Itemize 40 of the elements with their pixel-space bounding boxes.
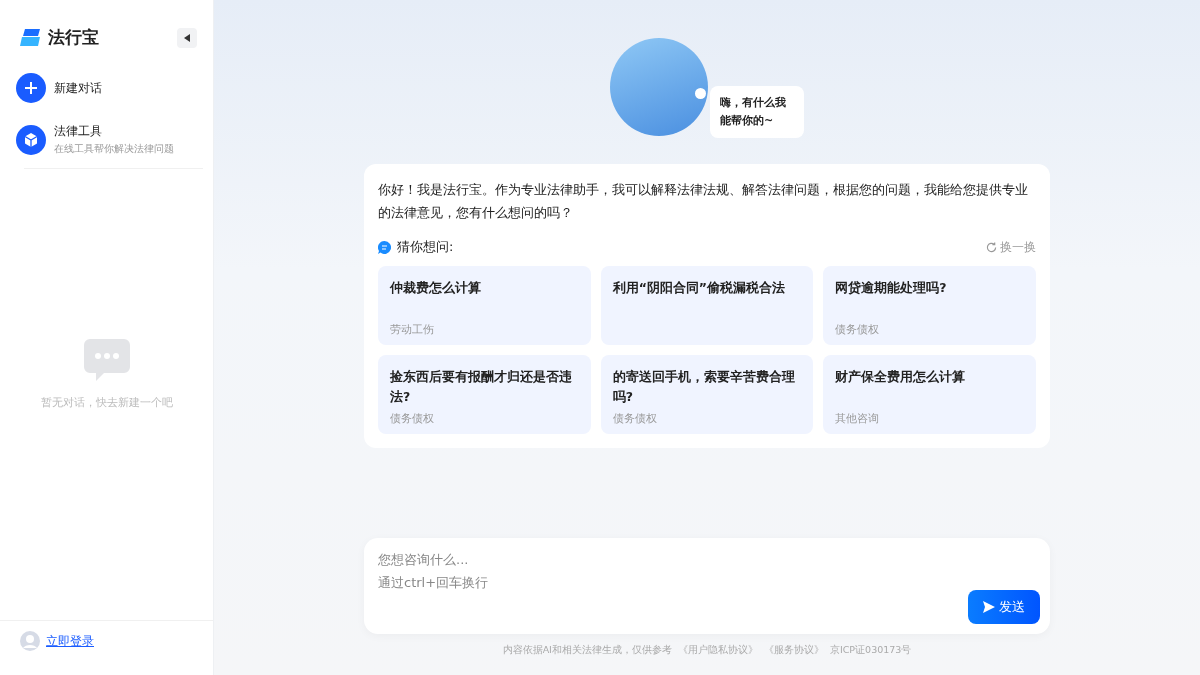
intro-text: 你好！我是法行宝。作为专业法律助手，我可以解释法律法规、解答法律问题，根据您的问题，我能给您提供专业的法律意见，您有什么想问的吗？ [378,181,1029,222]
plus-icon [24,81,38,95]
question-card[interactable]: 仲裁费怎么计算 劳动工伤 [378,266,591,345]
refresh-icon [986,241,997,253]
send-button[interactable]: 发送 [968,590,1040,624]
send-icon [983,601,995,613]
online-dot [695,88,706,99]
collapse-button[interactable] [177,27,197,48]
question-title: 财产保全费用怎么计算 [835,368,967,386]
chat-bubble-icon [83,339,130,381]
question-title: 仲裁费怎么计算 [390,279,482,297]
question-card[interactable]: 捡东西后要有报酬才归还是否违法? 债务债权 [378,355,591,434]
question-card[interactable]: 财产保全费用怎么计算 其他咨询 [823,355,1036,434]
question-category: 债务债权 [835,322,881,337]
question-title: 网贷逾期能处理吗? [835,279,948,297]
question-category: 债务债权 [390,411,435,426]
chat-icon [378,240,391,254]
brand-name: 法行宝 [48,26,99,49]
disclaimer-text: 内容依据AI和相关法律生成，仅供参考 [502,644,672,657]
caret-icon [184,33,190,42]
greeting-bubble: 嗨，有什么我能帮你的~ [710,86,804,138]
item-subtitle: 在线工具帮你解决法律问题 [54,142,174,156]
question-title: 捡东西后要有报酬才归还是否违法? [390,368,573,406]
cube-icon [23,131,39,148]
user-avatar-icon [20,631,40,651]
question-category: 劳动工伤 [390,322,435,337]
question-input-field[interactable]: 您想咨询什么... 通过ctrl+回车换行 发送 [364,538,1050,634]
question-category: 其他咨询 [835,411,881,426]
question-category: 债务债权 [612,411,658,426]
icp-text: 京ICP证030173号 [829,644,912,657]
suggest-label: 猜你想问: [397,238,454,256]
logo-icon [20,29,42,46]
login-link[interactable]: 立即登录 [46,632,94,650]
question-title: 利用“阴阳合同”偷税漏税合法 [612,279,787,297]
question-card[interactable]: 利用“阴阳合同”偷税漏税合法 [600,266,814,345]
question-title: 的寄送回手机，索要辛苦费合理吗? [612,368,796,406]
question-card[interactable]: 网贷逾期能处理吗? 债务债权 [823,266,1036,345]
question-card[interactable]: 的寄送回手机，索要辛苦费合理吗? 债务债权 [600,355,814,434]
sidebar-item[interactable]: 法律工具 在线工具帮你解决法律问题 [0,113,213,166]
sidebar-item[interactable]: 新建对话 [0,63,213,113]
